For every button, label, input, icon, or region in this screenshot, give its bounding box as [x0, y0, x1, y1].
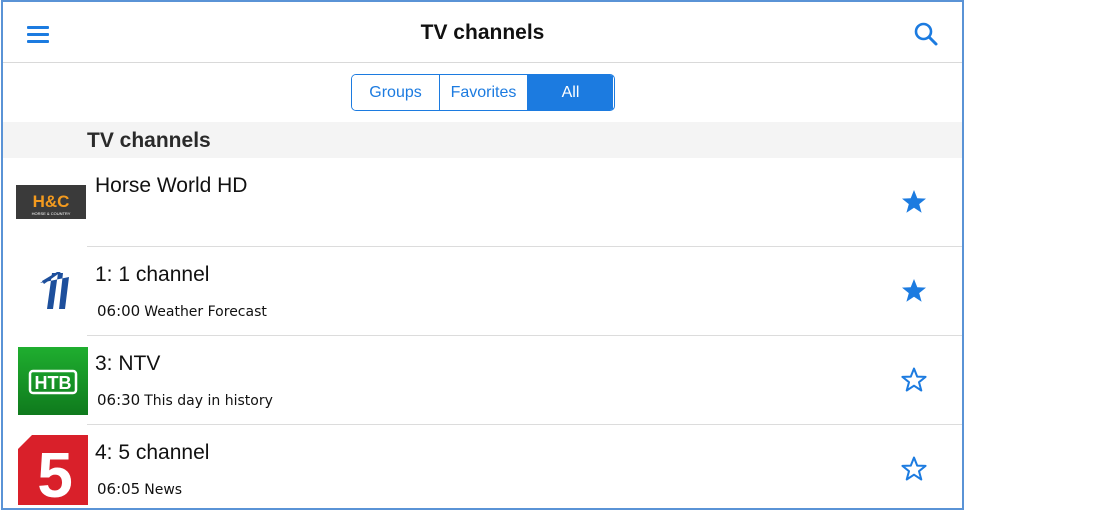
program-title: Weather Forecast [144, 304, 267, 320]
channel-name: 1: 1 channel [95, 263, 210, 286]
program-time: 06:00 [97, 302, 141, 320]
segment-all[interactable]: All [527, 75, 613, 110]
channel-name: 4: 5 channel [95, 441, 210, 464]
program-title: This day in history [144, 393, 273, 409]
segment-groups[interactable]: Groups [352, 75, 439, 110]
program-time: 06:05 [97, 480, 141, 498]
channel-row-horse-world[interactable]: H&C HORSE & COUNTRY Horse World HD [3, 158, 962, 247]
channel-name: 3: NTV [95, 352, 161, 375]
section-title: TV channels [87, 129, 211, 152]
current-program: 06:00 Weather Forecast [97, 302, 267, 320]
favorite-star-outline-icon[interactable] [900, 455, 928, 483]
current-program: 06:05 News [97, 480, 182, 498]
horse-country-logo: H&C HORSE & COUNTRY [16, 185, 86, 219]
favorite-star-outline-icon[interactable] [900, 366, 928, 394]
current-program: 06:30 This day in history [97, 391, 273, 409]
favorite-star-filled-icon[interactable] [900, 188, 928, 216]
svg-text:HORSE & COUNTRY: HORSE & COUNTRY [32, 211, 71, 216]
channel-five-logo: 5 [18, 435, 88, 505]
channel-list: H&C HORSE & COUNTRY Horse World HD 1: 1 … [3, 158, 962, 508]
program-time: 06:30 [97, 391, 141, 409]
channel-one-logo [40, 272, 69, 309]
channel-row-ntv[interactable]: НТВ 3: NTV 06:30 This day in history [3, 336, 962, 425]
ntv-logo: НТВ [18, 347, 88, 415]
section-header: TV channels [3, 122, 962, 158]
program-title: News [144, 482, 183, 498]
page-title: TV channels [420, 21, 545, 44]
favorite-star-filled-icon[interactable] [900, 277, 928, 305]
navigation-bar: TV channels [3, 2, 962, 63]
svg-text:H&C: H&C [33, 192, 70, 211]
channel-row-5-channel[interactable]: 5 4: 5 channel 06:05 News [3, 425, 962, 508]
svg-text:5: 5 [37, 439, 73, 505]
channel-name: Horse World HD [95, 174, 248, 197]
svg-text:НТВ: НТВ [35, 373, 72, 393]
filter-segmented-control: Groups Favorites All [351, 74, 615, 111]
channel-row-1-channel[interactable]: 1: 1 channel 06:00 Weather Forecast [3, 247, 962, 336]
search-icon[interactable] [912, 20, 940, 48]
segment-favorites[interactable]: Favorites [439, 75, 527, 110]
app-window: TV channels Groups Favorites All TV chan… [1, 0, 964, 510]
